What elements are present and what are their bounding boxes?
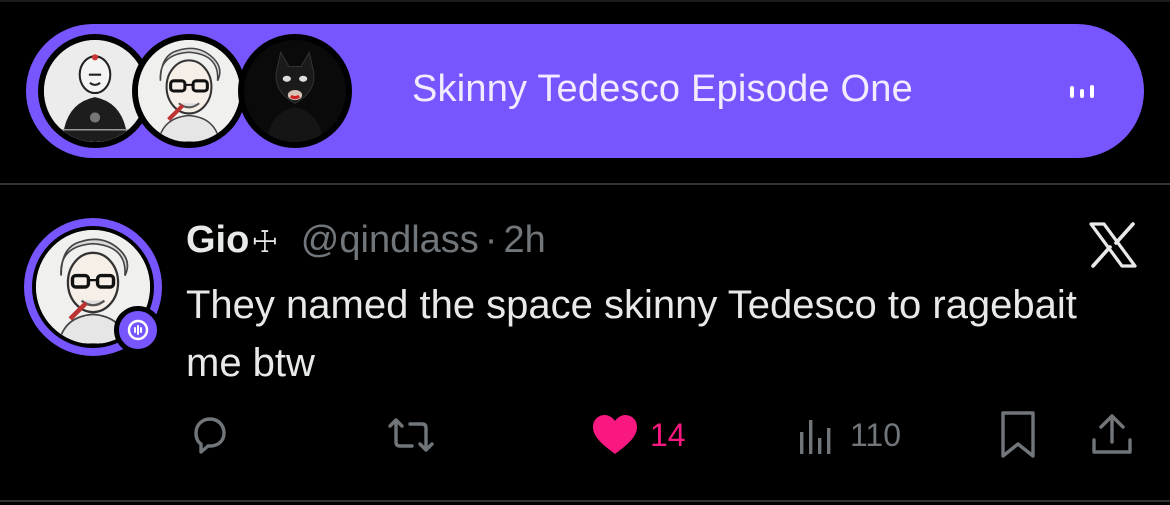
display-name[interactable]: Gio bbox=[186, 219, 249, 261]
top-divider bbox=[0, 0, 1170, 2]
bald-man-avatar bbox=[44, 40, 146, 142]
cross-icon: ☩ bbox=[251, 226, 279, 259]
separator-dot: · bbox=[484, 219, 498, 261]
retweet-icon bbox=[388, 418, 434, 452]
views-icon bbox=[800, 420, 831, 454]
user-handle[interactable]: @qindlass bbox=[301, 219, 479, 261]
bottom-divider bbox=[0, 500, 1170, 502]
space-speaker-avatars bbox=[34, 28, 384, 154]
x-logo-icon bbox=[1089, 222, 1137, 268]
grey-haired-man-cigar-avatar bbox=[138, 40, 240, 142]
tweet-header: Gio☩ @qindlass · 2h bbox=[186, 219, 546, 262]
speaker-avatar-3 bbox=[238, 34, 352, 148]
reply-icon bbox=[194, 417, 226, 454]
reply-button[interactable] bbox=[186, 410, 232, 460]
section-divider bbox=[0, 183, 1170, 185]
timestamp[interactable]: 2h bbox=[503, 219, 545, 261]
catwoman-avatar bbox=[244, 40, 346, 142]
bookmark-button[interactable] bbox=[998, 410, 1038, 460]
like-count: 14 bbox=[650, 416, 686, 453]
speaker-avatar-2 bbox=[132, 34, 246, 148]
retweet-button[interactable] bbox=[384, 410, 438, 460]
spaces-host-icon bbox=[127, 319, 149, 341]
tweet-text: They named the space skinny Tedesco to r… bbox=[186, 283, 1077, 385]
audio-bars-icon bbox=[1070, 85, 1094, 98]
share-button[interactable] bbox=[1090, 410, 1134, 460]
heart-icon bbox=[593, 415, 637, 454]
space-banner[interactable]: Skinny Tedesco Episode One bbox=[26, 24, 1144, 158]
tweet-actions: 14 110 bbox=[0, 410, 1170, 460]
bookmark-icon bbox=[1001, 411, 1035, 458]
space-title: Skinny Tedesco Episode One bbox=[412, 68, 913, 110]
like-button[interactable]: 14 bbox=[590, 410, 686, 460]
views-button[interactable]: 110 bbox=[796, 410, 901, 460]
spaces-host-badge bbox=[114, 306, 162, 354]
view-count: 110 bbox=[850, 416, 902, 453]
share-icon bbox=[1092, 414, 1132, 454]
